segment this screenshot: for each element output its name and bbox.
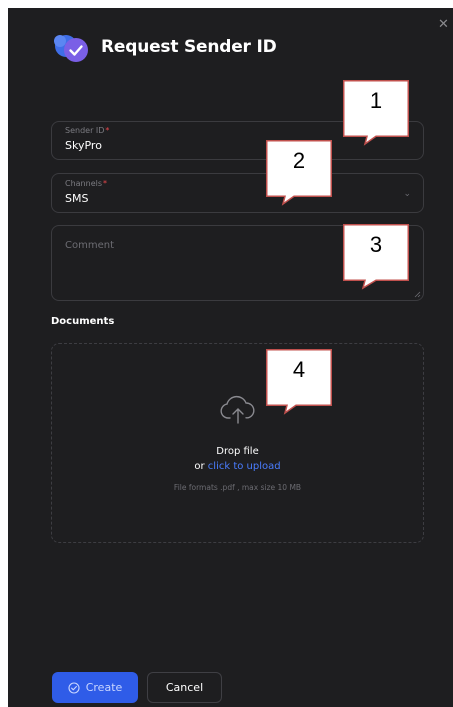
- required-mark: *: [103, 179, 108, 188]
- resize-handle-icon[interactable]: [414, 291, 421, 298]
- channels-value: SMS: [65, 192, 89, 205]
- comment-placeholder: Comment: [65, 240, 114, 251]
- callout-1: 1: [343, 80, 409, 146]
- chevron-down-icon[interactable]: ⌄: [403, 189, 411, 199]
- callout-4: 4: [266, 349, 332, 415]
- click-to-upload-link[interactable]: click to upload: [208, 461, 281, 472]
- file-dropzone[interactable]: Drop file or click to upload File format…: [51, 343, 424, 543]
- dialog-title: Request Sender ID: [101, 37, 277, 57]
- upload-prompt: or click to upload: [194, 461, 281, 472]
- create-label: Create: [85, 681, 123, 694]
- drop-file-title: Drop file: [216, 446, 259, 457]
- close-icon[interactable]: ✕: [438, 18, 449, 31]
- channels-select[interactable]: Channels* SMS ⌄: [51, 173, 424, 213]
- logo-check-icon: [54, 35, 88, 62]
- callout-3: 3: [343, 224, 409, 290]
- cancel-button[interactable]: Cancel: [147, 672, 222, 703]
- documents-label: Documents: [51, 316, 115, 327]
- sender-id-value: SkyPro: [65, 139, 102, 152]
- check-circle-icon: [68, 681, 80, 694]
- cloud-upload-icon: [220, 395, 255, 424]
- file-format-hint: File formats .pdf , max size 10 MB: [173, 483, 302, 492]
- callout-2: 2: [266, 140, 332, 206]
- channels-label: Channels*: [65, 179, 108, 188]
- required-mark: *: [105, 126, 110, 135]
- create-button[interactable]: Create: [52, 672, 138, 703]
- sender-id-label: Sender ID*: [65, 126, 110, 135]
